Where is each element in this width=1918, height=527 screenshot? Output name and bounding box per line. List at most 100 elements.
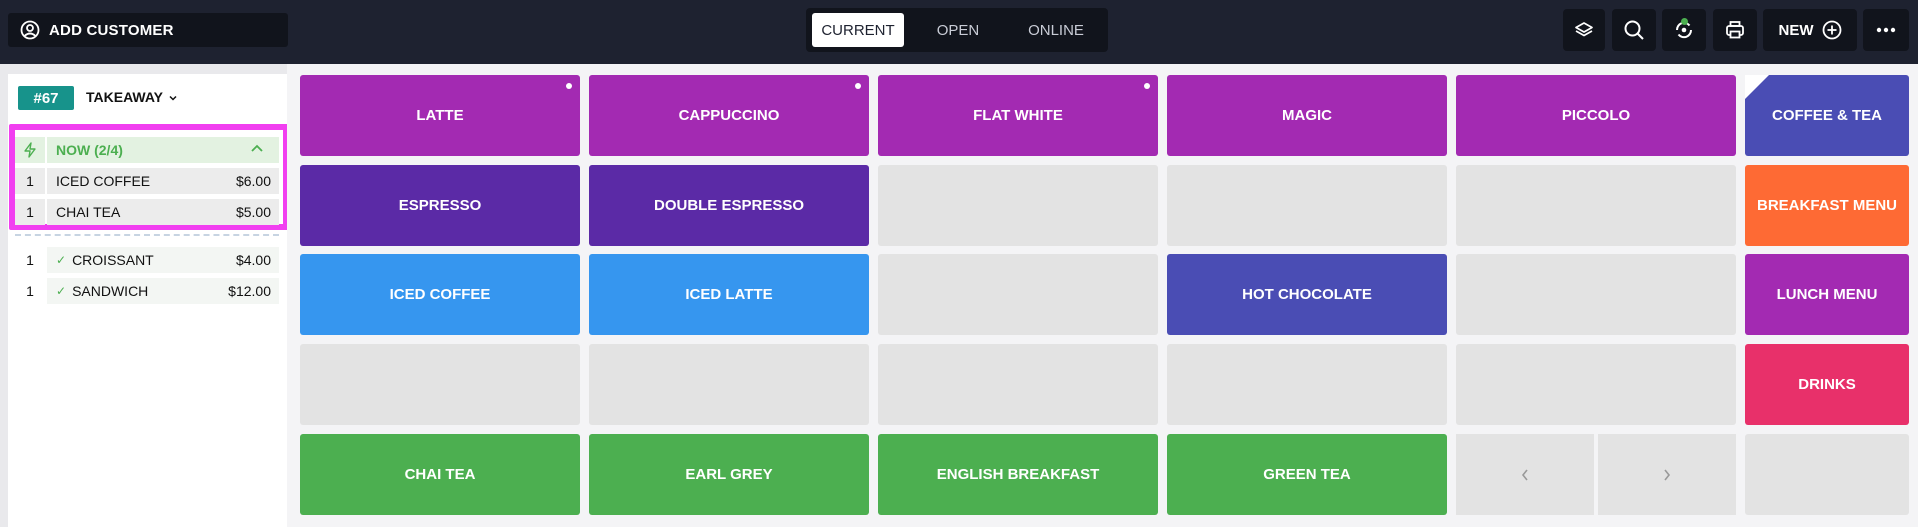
product-label: EARL GREY xyxy=(685,466,773,483)
sync-icon xyxy=(1675,18,1693,39)
product-tile[interactable]: DOUBLE ESPRESSO xyxy=(589,165,869,246)
product-tile[interactable]: LATTE xyxy=(300,75,580,156)
category-tile-coffee-tea[interactable]: COFFEE & TEA xyxy=(1745,75,1909,156)
new-order-button[interactable]: NEW xyxy=(1763,9,1857,51)
chevron-left-icon xyxy=(1521,469,1528,480)
now-course-icon-cell xyxy=(15,137,45,163)
course-divider xyxy=(15,234,279,236)
add-customer-button[interactable]: ADD CUSTOMER xyxy=(8,13,288,47)
empty-tile xyxy=(878,344,1158,425)
item-price: $12.00 xyxy=(228,283,271,299)
print-button[interactable] xyxy=(1713,9,1757,51)
lightning-icon xyxy=(24,142,36,158)
order-type-dropdown[interactable]: TAKEAWAY xyxy=(86,89,177,105)
category-label: LUNCH MENU xyxy=(1776,286,1878,303)
new-label: NEW xyxy=(1778,21,1814,39)
printer-icon xyxy=(1726,21,1744,39)
now-course-header[interactable]: NOW (2/4) xyxy=(15,137,279,163)
product-label: CAPPUCCINO xyxy=(678,107,780,124)
product-tile[interactable]: ESPRESSO xyxy=(300,165,580,246)
category-label: DRINKS xyxy=(1798,376,1856,393)
order-panel: #67 TAKEAWAY NOW (2/4) 1 ICED COFFEE $6.… xyxy=(8,74,289,527)
empty-tile xyxy=(878,165,1158,246)
product-tile[interactable]: CHAI TEA xyxy=(300,434,580,515)
product-label: LATTE xyxy=(416,107,464,124)
plus-circle-icon xyxy=(1822,20,1841,40)
category-tile-breakfast[interactable]: BREAKFAST MENU xyxy=(1745,165,1909,246)
product-tile[interactable]: GREEN TEA xyxy=(1167,434,1447,515)
product-label: ESPRESSO xyxy=(398,197,482,214)
tab-open[interactable]: OPEN xyxy=(912,13,1004,47)
empty-tile xyxy=(1456,344,1736,425)
order-line-item[interactable]: 1 ✓ SANDWICH $12.00 xyxy=(15,278,279,304)
empty-tile xyxy=(1167,165,1447,246)
product-label: ICED COFFEE xyxy=(389,286,491,303)
modifier-dot-icon xyxy=(855,83,861,89)
product-tile[interactable]: EARL GREY xyxy=(589,434,869,515)
selected-corner-marker xyxy=(1745,75,1769,99)
chevron-up-icon[interactable] xyxy=(251,144,263,152)
product-label: GREEN TEA xyxy=(1263,466,1351,483)
order-line-item[interactable]: 1 ICED COFFEE $6.00 xyxy=(15,168,279,194)
sync-button[interactable] xyxy=(1662,9,1706,51)
order-view-tabs: CURRENT OPEN ONLINE xyxy=(806,8,1108,52)
category-tile-lunch[interactable]: LUNCH MENU xyxy=(1745,254,1909,335)
tab-current[interactable]: CURRENT xyxy=(812,13,904,47)
product-label: CHAI TEA xyxy=(404,466,476,483)
empty-tile xyxy=(1456,254,1736,335)
now-course-label: NOW (2/4) xyxy=(56,142,123,158)
top-bar: ADD CUSTOMER CURRENT OPEN ONLINE NEW xyxy=(0,0,1918,64)
item-quantity: 1 xyxy=(15,168,45,194)
layers-button[interactable] xyxy=(1563,9,1605,51)
empty-tile xyxy=(1167,344,1447,425)
product-label: MAGIC xyxy=(1282,107,1332,124)
prev-page-button[interactable] xyxy=(1456,434,1594,515)
order-number-badge: #67 xyxy=(18,86,74,110)
empty-tile xyxy=(878,254,1158,335)
chevron-right-icon xyxy=(1664,469,1671,480)
product-tile[interactable]: ICED COFFEE xyxy=(300,254,580,335)
product-tile[interactable]: CAPPUCCINO xyxy=(589,75,869,156)
product-label: ICED LATTE xyxy=(685,286,773,303)
modifier-dot-icon xyxy=(1144,83,1150,89)
empty-category-tile xyxy=(1745,434,1909,515)
empty-tile xyxy=(300,344,580,425)
product-tile[interactable]: ENGLISH BREAKFAST xyxy=(878,434,1158,515)
order-type-label: TAKEAWAY xyxy=(86,89,163,105)
category-label: BREAKFAST MENU xyxy=(1756,197,1897,214)
product-label: HOT CHOCOLATE xyxy=(1242,286,1372,303)
more-icon xyxy=(1876,27,1896,33)
order-line-item[interactable]: 1 ✓ CROISSANT $4.00 xyxy=(15,247,279,273)
product-tile[interactable]: HOT CHOCOLATE xyxy=(1167,254,1447,335)
empty-tile xyxy=(589,344,869,425)
item-price: $5.00 xyxy=(235,204,271,220)
product-label: FLAT WHITE xyxy=(973,107,1063,124)
category-tile-drinks[interactable]: DRINKS xyxy=(1745,344,1909,425)
item-price: $6.00 xyxy=(235,173,271,189)
item-quantity: 1 xyxy=(26,252,34,268)
item-name: ICED COFFEE xyxy=(56,173,151,189)
product-tile[interactable]: MAGIC xyxy=(1167,75,1447,156)
product-label: DOUBLE ESPRESSO xyxy=(653,197,805,214)
product-tile[interactable]: FLAT WHITE xyxy=(878,75,1158,156)
product-tile[interactable]: ICED LATTE xyxy=(589,254,869,335)
item-price: $4.00 xyxy=(235,252,271,268)
search-button[interactable] xyxy=(1612,9,1656,51)
add-customer-label: ADD CUSTOMER xyxy=(49,21,174,39)
item-name: CROISSANT xyxy=(72,252,154,268)
category-label: COFFEE & TEA xyxy=(1771,107,1882,124)
search-icon xyxy=(1624,20,1644,40)
product-tile[interactable]: PICCOLO xyxy=(1456,75,1736,156)
next-page-button[interactable] xyxy=(1598,434,1736,515)
tab-online[interactable]: ONLINE xyxy=(1010,13,1102,47)
now-course-bar: NOW (2/4) xyxy=(47,137,279,163)
more-button[interactable] xyxy=(1863,9,1909,51)
check-icon: ✓ xyxy=(56,253,67,267)
product-label: ENGLISH BREAKFAST xyxy=(936,466,1100,483)
item-quantity: 1 xyxy=(26,283,34,299)
user-circle-icon xyxy=(20,20,40,40)
empty-tile xyxy=(1456,165,1736,246)
item-name: SANDWICH xyxy=(72,283,149,299)
order-line-item[interactable]: 1 CHAI TEA $5.00 xyxy=(15,199,279,225)
check-icon: ✓ xyxy=(56,284,67,298)
